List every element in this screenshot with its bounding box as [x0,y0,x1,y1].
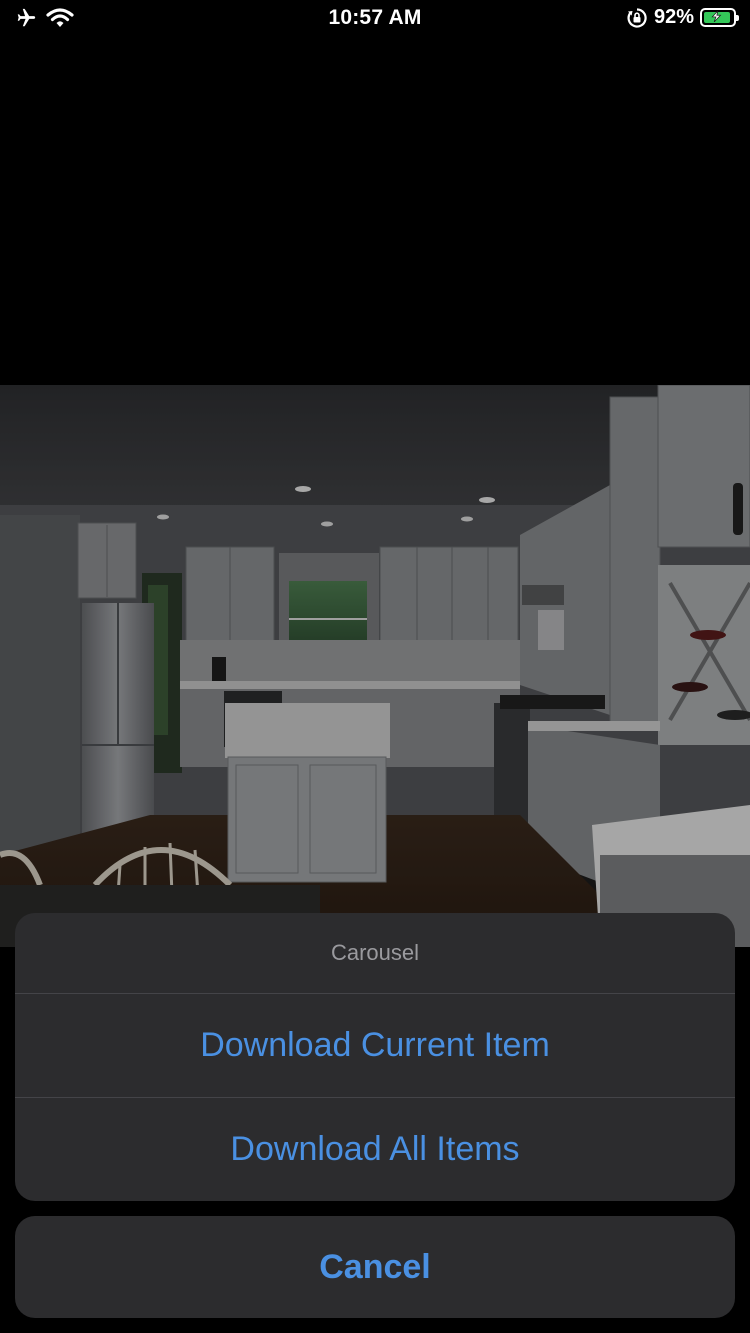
action-sheet-title: Carousel [15,913,735,994]
battery-charging-icon [700,8,739,27]
kitchen-photo [0,385,750,947]
action-sheet-cancel-group: Cancel [15,1216,735,1318]
download-all-items-button[interactable]: Download All Items [15,1097,735,1201]
status-bar: 10:57 AM 92% [0,0,750,40]
status-right-icons: 92% [626,6,739,29]
orientation-lock-icon [627,7,647,28]
cancel-button[interactable]: Cancel [15,1216,735,1318]
carousel-photo [0,385,750,947]
battery-percent: 92% [653,6,694,28]
action-sheet: Carousel Download Current Item Download … [15,913,735,1201]
battery-level-fill [704,11,730,23]
download-current-item-button[interactable]: Download Current Item [15,994,735,1097]
